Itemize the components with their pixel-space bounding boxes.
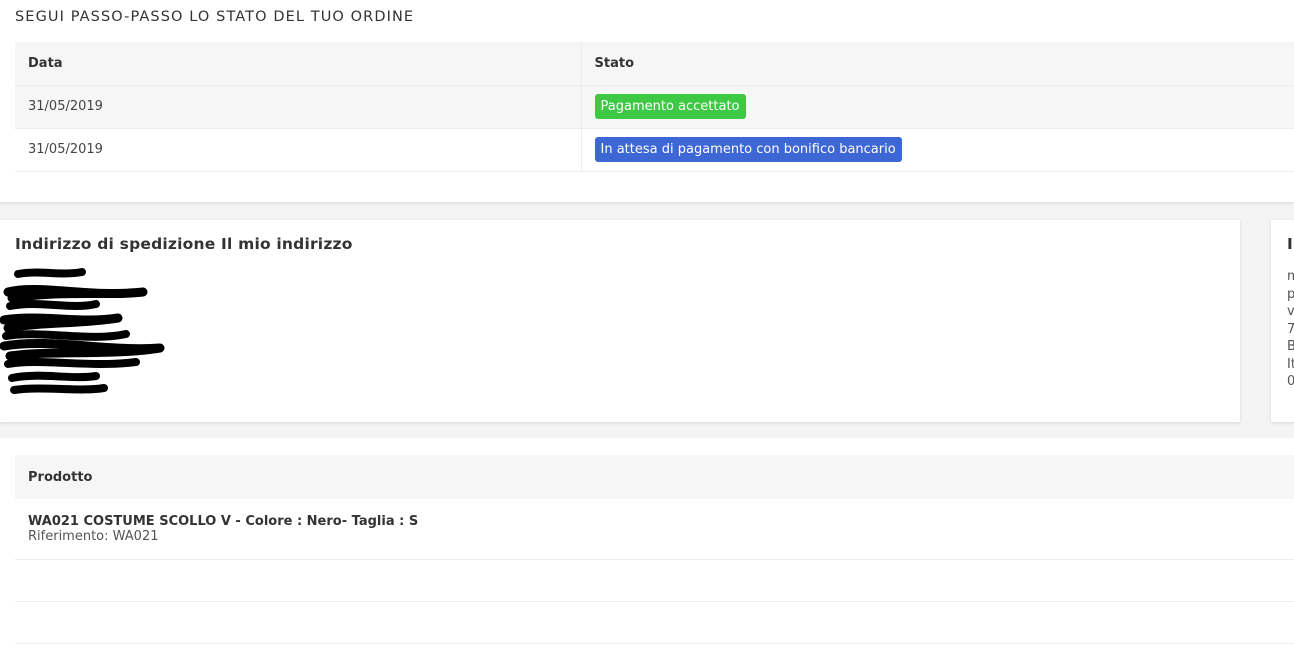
address-line: B xyxy=(1287,339,1294,354)
address-line: m xyxy=(1287,269,1294,284)
address-line: 7 xyxy=(1287,321,1294,337)
status-badge: In attesa di pagamento con bonifico banc… xyxy=(594,137,902,162)
shipping-address-title: Indirizzo di spedizione Il mio indirizzo xyxy=(15,235,353,253)
products-panel: Prodotto WA021 COSTUME SCOLLO V - Colore… xyxy=(0,438,1294,660)
section-title: SEGUI PASSO-PASSO LO STATO DEL TUO ORDIN… xyxy=(15,9,415,25)
address-line: 0 xyxy=(1287,374,1294,389)
redaction-scribble xyxy=(0,268,165,394)
status-cell: In attesa di pagamento con bonifico banc… xyxy=(581,127,1294,172)
status-cell: Pagamento accettato xyxy=(581,84,1294,128)
order-status-panel: SEGUI PASSO-PASSO LO STATO DEL TUO ORDIN… xyxy=(0,0,1294,202)
products-table: Prodotto WA021 COSTUME SCOLLO V - Colore… xyxy=(15,455,1294,660)
address-line: It xyxy=(1287,356,1294,372)
address-line: p xyxy=(1287,286,1294,302)
empty-cell xyxy=(15,601,1294,644)
table-row: 31/05/2019 In attesa di pagamento con bo… xyxy=(15,127,1294,172)
product-cell: WA021 COSTUME SCOLLO V - Colore : Nero- … xyxy=(15,499,1294,560)
address-line: v xyxy=(1287,304,1294,319)
order-status-table: Data Stato 31/05/2019 Pagamento accettat… xyxy=(15,42,1294,172)
empty-cell xyxy=(15,643,1294,660)
product-reference: Riferimento: WA021 xyxy=(28,528,159,544)
empty-cell xyxy=(15,559,1294,602)
table-row: 31/05/2019 Pagamento accettato xyxy=(15,84,1294,128)
invoice-address-title: In xyxy=(1287,235,1294,253)
status-date: 31/05/2019 xyxy=(15,84,582,128)
table-row xyxy=(15,559,1294,602)
invoice-address-card: In m p v 7 B It 0 xyxy=(1271,220,1294,422)
table-row: WA021 COSTUME SCOLLO V - Colore : Nero- … xyxy=(15,499,1294,560)
column-header-product: Prodotto xyxy=(15,455,1294,499)
invoice-address-lines: m p v 7 B It 0 xyxy=(1287,268,1294,391)
table-header-row: Data Stato xyxy=(15,42,1294,85)
status-badge: Pagamento accettato xyxy=(594,94,746,119)
column-header-date: Data xyxy=(15,42,582,85)
table-row xyxy=(15,643,1294,660)
product-name: WA021 COSTUME SCOLLO V - Colore : Nero- … xyxy=(28,513,419,529)
column-header-status: Stato xyxy=(581,42,1294,85)
table-row xyxy=(15,601,1294,644)
status-date: 31/05/2019 xyxy=(15,127,582,172)
table-header-row: Prodotto xyxy=(15,455,1294,499)
